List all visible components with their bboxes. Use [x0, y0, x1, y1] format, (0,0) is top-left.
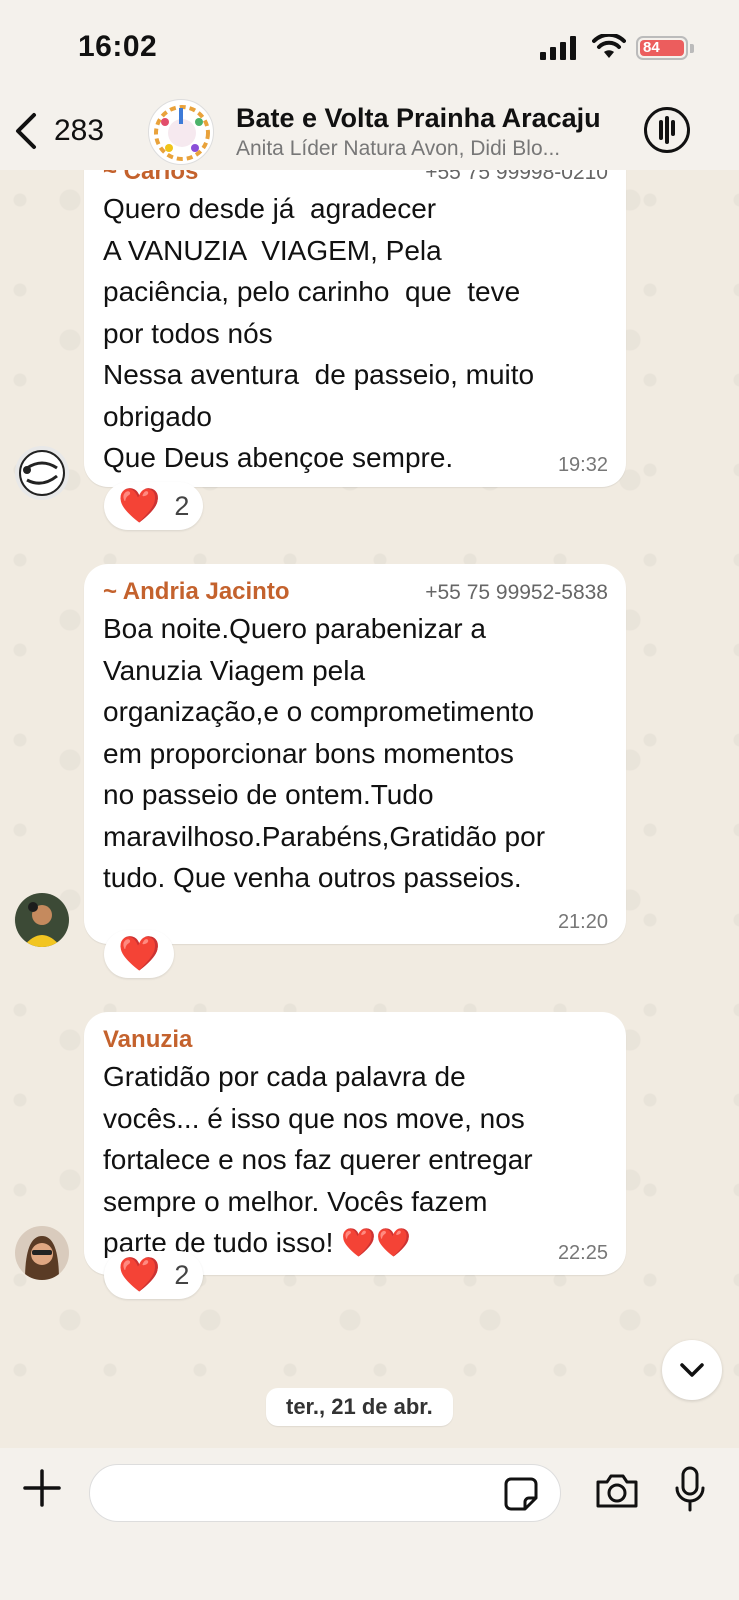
reaction-count: 2 [174, 490, 190, 521]
message-time: 19:32 [557, 454, 608, 476]
chevron-left-icon [16, 113, 36, 149]
reaction-badge[interactable]: ❤️ 2 [104, 482, 204, 530]
message-bubble[interactable]: ~ Andria Jacinto +55 75 99952-5838 Boa n… [84, 564, 626, 944]
message-input[interactable] [89, 1464, 561, 1522]
avatar-image [15, 1226, 69, 1280]
message-sender[interactable]: ~ Carlos [103, 170, 198, 186]
microphone-button[interactable] [674, 1466, 706, 1519]
message-text: Gratidão por cada palavra de vocês... é … [103, 1056, 608, 1264]
attach-button[interactable] [22, 1468, 62, 1513]
message-time: 22:25 [557, 1242, 608, 1264]
group-avatar[interactable] [148, 99, 214, 165]
heart-emoji: ❤️ [118, 487, 161, 525]
sender-avatar[interactable] [15, 446, 69, 500]
reaction-count: 2 [174, 1259, 190, 1290]
message-text-body: Gratidão por cada palavra de vocês... é … [103, 1061, 533, 1258]
plus-icon [23, 1469, 61, 1507]
message-text: Quero desde já agradecer A VANUZIA VIAGE… [103, 193, 535, 473]
sticker-icon [504, 1477, 538, 1511]
chat-title[interactable]: Bate e Volta Prainha Aracaju [236, 103, 601, 134]
message-sender[interactable]: Vanuzia [103, 1026, 192, 1054]
heart-emoji: ❤️ [118, 1256, 161, 1294]
status-bar: 16:02 84 [0, 0, 739, 95]
avatar-image [15, 893, 69, 947]
avatar-image [15, 446, 69, 500]
unread-count: 283 [54, 114, 105, 147]
chat-members[interactable]: Anita Líder Natura Avon, Didi Blo... [236, 137, 616, 161]
battery-icon: 84 [636, 36, 688, 60]
date-separator: ter., 21 de abr. [266, 1388, 453, 1426]
message-text: Boa noite.Quero parabenizar a Vanuzia Vi… [103, 613, 546, 893]
back-button[interactable]: 283 [14, 112, 104, 150]
scroll-to-bottom-button[interactable] [662, 1340, 722, 1400]
wifi-icon [592, 34, 626, 58]
reaction-badge[interactable]: ❤️ [104, 930, 175, 978]
status-time: 16:02 [78, 30, 158, 63]
heart-emoji: ❤️ [118, 935, 161, 973]
reaction-badge[interactable]: ❤️ 2 [104, 1251, 204, 1299]
chevron-down-icon [680, 1363, 704, 1377]
composer-bar [0, 1448, 739, 1600]
group-logo-icon [152, 103, 212, 163]
sender-avatar[interactable] [15, 1226, 69, 1280]
message-phone: +55 75 99952-5838 [425, 581, 608, 604]
sender-avatar[interactable] [15, 893, 69, 947]
message-time: 21:20 [557, 911, 608, 933]
camera-button[interactable] [594, 1472, 640, 1515]
message-list[interactable]: ~ Carlos +55 75 99998-0210 Quero desde j… [0, 170, 739, 1450]
chat-header: 283 Bate e Volta Prainha Aracaju Anita L… [0, 95, 739, 170]
cellular-signal-icon [540, 36, 576, 60]
microphone-icon [675, 1466, 705, 1512]
battery-level: 84 [640, 40, 684, 56]
message-bubble[interactable]: ~ Carlos +55 75 99998-0210 Quero desde j… [84, 170, 626, 487]
camera-icon [596, 1474, 638, 1508]
message-bubble[interactable]: Vanuzia Gratidão por cada palavra de voc… [84, 1012, 626, 1275]
heart-emoji: ❤️❤️ [341, 1227, 411, 1258]
audio-waves-icon [659, 116, 675, 144]
message-sender[interactable]: ~ Andria Jacinto [103, 578, 290, 606]
battery-cap [690, 44, 694, 53]
voice-chat-button[interactable] [644, 107, 690, 153]
sticker-button[interactable] [503, 1476, 539, 1517]
message-phone: +55 75 99998-0210 [425, 170, 608, 184]
